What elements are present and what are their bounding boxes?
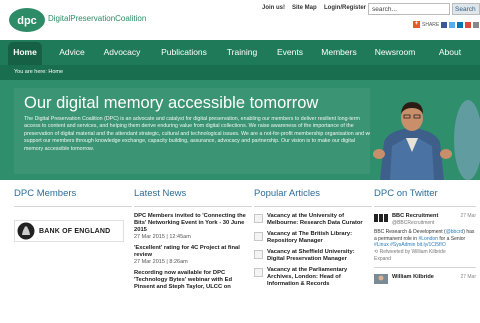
divider	[254, 206, 372, 207]
tweet-header: William Kilbride 27 Mar	[374, 273, 476, 284]
article-item[interactable]: Vacancy at the University of Melbourne: …	[254, 213, 372, 227]
nav-newsroom[interactable]: Newsroom	[372, 40, 418, 65]
tweet-body: BBC Research & Development (@bbcrd) has …	[374, 229, 476, 249]
hero-banner: Our digital memory accessible tomorrow T…	[0, 80, 480, 180]
news-item-date: 27 Mar 2015 | 8:26am	[134, 259, 188, 265]
main-nav: Home Advice Advocacy Publications Traini…	[0, 40, 480, 65]
article-item[interactable]: Vacancy at The British Library: Reposito…	[254, 231, 372, 245]
article-item[interactable]: Vacancy at the Parliamentary Archives, L…	[254, 267, 372, 288]
bank-of-england-crest-icon	[17, 222, 35, 240]
hero-title: Our digital memory accessible tomorrow	[24, 94, 319, 112]
news-item-title[interactable]: 'Excellent' rating for 4C Project at fin…	[134, 245, 252, 259]
nav-advocacy[interactable]: Advocacy	[100, 40, 144, 65]
tweet-time[interactable]: 27 Mar	[460, 274, 476, 280]
tweet-header: BBC Recruitment @BBCRecruitment 27 Mar	[374, 213, 476, 226]
svg-text:dpc: dpc	[17, 15, 37, 27]
article-title[interactable]: Vacancy at The British Library: Reposito…	[267, 231, 372, 245]
share-plus-icon: +	[413, 21, 420, 28]
site-map-link[interactable]: Site Map	[292, 5, 317, 11]
news-item[interactable]: 'Excellent' rating for 4C Project at fin…	[134, 245, 252, 266]
tweet-url-link[interactable]: bit.ly/1CI5fIO	[417, 242, 446, 248]
logo-text[interactable]: DigitalPreservationCoalition	[48, 14, 146, 23]
news-column: Latest News DPC Members invited to 'Conn…	[134, 188, 252, 295]
article-thumbnail	[254, 268, 263, 277]
nav-advice[interactable]: Advice	[54, 40, 90, 65]
tweet-mention-link[interactable]: @bbcrd	[446, 229, 464, 235]
nav-publications[interactable]: Publications	[156, 40, 212, 65]
news-item-date: 27 Mar 2015 | 12:45am	[134, 234, 191, 240]
login-register-link[interactable]: Login/Register	[324, 5, 366, 11]
nav-members[interactable]: Members	[318, 40, 360, 65]
tweet-author-name[interactable]: William Kilbride	[392, 274, 434, 281]
divider	[374, 266, 476, 268]
tweet-text: for a Senior	[437, 235, 466, 242]
news-item[interactable]: Recording now available for DPC 'Technol…	[134, 270, 252, 291]
featured-member[interactable]: BANK OF ENGLAND	[14, 220, 124, 242]
join-link[interactable]: Join us!	[262, 5, 285, 11]
twitter-column: DPC on Twitter BBC Recruitment @BBCRecru…	[374, 188, 476, 287]
nav-events[interactable]: Events	[273, 40, 307, 65]
article-thumbnail	[254, 214, 263, 223]
tweet-time[interactable]: 27 Mar	[460, 213, 476, 219]
members-column: DPC Members	[14, 188, 132, 213]
tweet-hashtag-link[interactable]: #SysAdmin	[390, 242, 415, 248]
article-thumbnail	[254, 250, 263, 259]
tweet-author-name[interactable]: BBC Recruitment	[392, 213, 438, 220]
members-heading: DPC Members	[14, 188, 77, 199]
divider	[134, 206, 252, 207]
twitter-icon[interactable]	[449, 21, 456, 28]
hero-person-image	[370, 80, 480, 180]
tweet-expand-link[interactable]: Expand	[374, 256, 476, 263]
news-heading: Latest News	[134, 188, 187, 199]
articles-heading: Popular Articles	[254, 188, 321, 199]
share-label: SHARE	[422, 21, 440, 28]
bbc-avatar-icon[interactable]	[374, 213, 388, 223]
articles-column: Popular Articles Vacancy at the Universi…	[254, 188, 372, 292]
tweet-hashtag-link[interactable]: #London	[418, 236, 437, 242]
facebook-icon[interactable]	[441, 21, 448, 28]
news-item-title[interactable]: Recording now available for DPC 'Technol…	[134, 270, 252, 291]
article-thumbnail	[254, 232, 263, 241]
nav-training[interactable]: Training	[222, 40, 262, 65]
article-title[interactable]: Vacancy at Sheffield University: Digital…	[267, 249, 372, 263]
user-avatar-icon[interactable]	[374, 273, 388, 284]
breadcrumb: You are here: Home	[0, 65, 480, 80]
featured-member-name: BANK OF ENGLAND	[39, 227, 111, 235]
google-plus-icon[interactable]	[465, 21, 472, 28]
email-icon[interactable]	[473, 21, 480, 28]
search-button[interactable]: Search	[452, 3, 480, 15]
retweet-info: ⟲ Retweeted by William Kilbride	[374, 249, 476, 256]
hero-description: The Digital Preservation Coalition (DPC)…	[24, 116, 373, 152]
linkedin-icon[interactable]	[457, 21, 464, 28]
site-header: dpc DigitalPreservationCoalition Join us…	[0, 0, 480, 40]
search-input[interactable]: search...	[368, 3, 450, 15]
share-bar[interactable]: + SHARE	[413, 20, 480, 29]
article-title[interactable]: Vacancy at the University of Melbourne: …	[267, 213, 372, 227]
article-title[interactable]: Vacancy at the Parliamentary Archives, L…	[267, 267, 372, 288]
news-item[interactable]: DPC Members invited to 'Connecting the B…	[134, 213, 252, 241]
retweet-text: Retweeted by William Kilbride	[379, 248, 446, 255]
tweet-text: BBC Research & Development (	[374, 229, 446, 235]
news-item-title[interactable]: DPC Members invited to 'Connecting the B…	[134, 213, 252, 234]
article-item[interactable]: Vacancy at Sheffield University: Digital…	[254, 249, 372, 263]
tweet-hashtag-link[interactable]: #Linux	[374, 242, 389, 248]
tweet-author-handle[interactable]: @BBCRecruitment	[392, 220, 438, 226]
twitter-heading: DPC on Twitter	[374, 188, 438, 199]
divider	[374, 206, 476, 207]
divider	[14, 206, 132, 207]
nav-home[interactable]: Home	[8, 42, 42, 65]
nav-about[interactable]: About	[432, 40, 468, 65]
dpc-logo-icon[interactable]: dpc	[8, 7, 46, 33]
